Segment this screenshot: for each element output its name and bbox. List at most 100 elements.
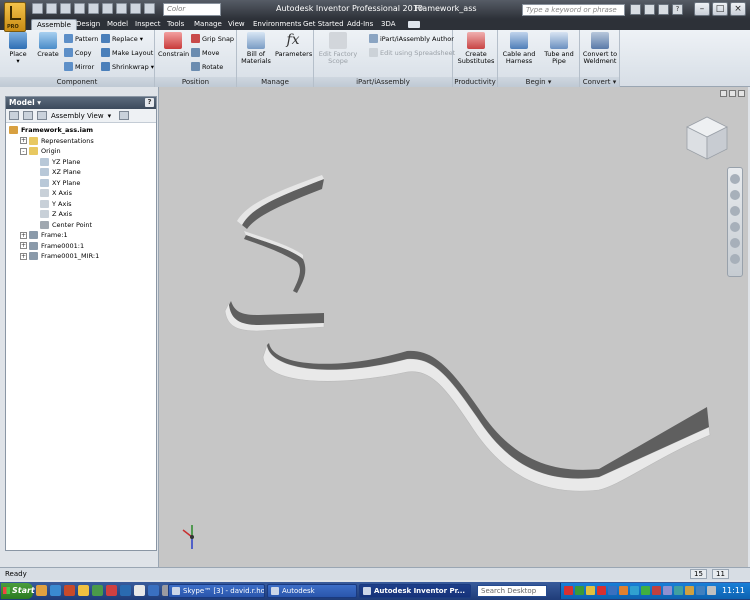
maximize-icon[interactable]: □ <box>712 2 728 16</box>
make-layout-button[interactable]: Make Layout <box>101 48 153 57</box>
ipart-author-button[interactable]: iPart/iAssembly Author <box>369 34 454 43</box>
find-binoculars-icon[interactable] <box>119 111 130 120</box>
open-icon[interactable] <box>46 3 57 14</box>
communication-icon[interactable] <box>658 4 669 15</box>
begin-panel-label[interactable]: Begin ▾ <box>498 77 579 87</box>
tree-node[interactable]: Y Axis <box>6 199 156 210</box>
color-dropdown[interactable]: Color <box>163 3 221 16</box>
tab-design[interactable]: Design <box>71 19 105 30</box>
tray-icon-8[interactable] <box>641 586 650 595</box>
tray-icon-1[interactable] <box>564 586 573 595</box>
graphics-viewport[interactable] <box>158 87 748 567</box>
chrome-icon[interactable] <box>134 585 145 596</box>
frame-part-1[interactable] <box>237 175 324 229</box>
tray-icon-6[interactable] <box>619 586 628 595</box>
tray-icon-5[interactable] <box>608 586 617 595</box>
convert-panel-label[interactable]: Convert ▾ <box>580 77 619 87</box>
taskbar-skype[interactable]: Skype™ [3] - david.r.ho... <box>168 584 265 598</box>
zoom-icon[interactable] <box>730 206 740 216</box>
undo-icon[interactable] <box>74 3 85 14</box>
explorer-icon[interactable] <box>78 585 89 596</box>
expand-icon[interactable]: + <box>20 231 27 239</box>
tab-3da[interactable]: 3DA <box>376 19 401 30</box>
pattern-button[interactable]: Pattern <box>64 34 98 43</box>
close-icon[interactable]: × <box>730 2 746 16</box>
tab-inspect[interactable]: Inspect <box>130 19 166 30</box>
edit-factory-scope-button[interactable]: Edit Factory Scope <box>318 32 358 65</box>
taskbar-inventor[interactable]: Autodesk Inventor Pr... <box>359 584 471 598</box>
frame-part-2[interactable] <box>244 231 306 293</box>
tree-node[interactable]: Center Point <box>6 220 156 231</box>
return-icon[interactable] <box>130 3 141 14</box>
application-menu-button[interactable]: PRO <box>4 2 26 32</box>
minimize-icon[interactable]: – <box>694 2 710 16</box>
filter-icon[interactable] <box>9 111 19 120</box>
network-icon[interactable] <box>696 586 705 595</box>
tree-node[interactable]: + Representations <box>6 136 156 147</box>
word-icon[interactable] <box>120 585 131 596</box>
browser-header[interactable]: Model ▾ ? <box>6 97 156 109</box>
hierarchy-icon[interactable] <box>23 111 33 120</box>
tray-icon-10[interactable] <box>663 586 672 595</box>
save-icon[interactable] <box>60 3 71 14</box>
outlook-icon[interactable] <box>50 585 61 596</box>
tab-manage[interactable]: Manage <box>189 19 227 30</box>
tab-get-started[interactable]: Get Started <box>298 19 349 30</box>
replace-button[interactable]: Replace ▾ <box>101 34 143 43</box>
help-search-input[interactable]: Type a keyword or phrase <box>522 4 625 16</box>
copy-button[interactable]: Copy <box>64 48 92 57</box>
grip-snap-button[interactable]: Grip Snap <box>191 34 234 43</box>
create-button[interactable]: Create <box>35 32 61 58</box>
project-icon[interactable] <box>116 3 127 14</box>
tree-node[interactable]: X Axis <box>6 188 156 199</box>
expand-icon[interactable]: + <box>20 242 27 250</box>
tray-icon-11[interactable] <box>674 586 683 595</box>
desktop-icon[interactable] <box>148 585 159 596</box>
acrobat-icon[interactable] <box>106 585 117 596</box>
home-icon[interactable] <box>102 3 113 14</box>
help-icon[interactable]: ? <box>672 4 683 15</box>
tree-node[interactable]: + Frame0001_MIR:1 <box>6 251 156 262</box>
convert-to-weldment-button[interactable]: Convert to Weldment <box>582 32 618 65</box>
orbit-icon[interactable] <box>730 222 740 232</box>
move-button[interactable]: Move <box>191 48 219 57</box>
tube-pipe-button[interactable]: Tube and Pipe <box>541 32 577 65</box>
constrain-button[interactable]: Constrain <box>158 32 189 58</box>
viewcube[interactable] <box>686 116 728 160</box>
expand-icon[interactable]: + <box>20 137 27 145</box>
pan-icon[interactable] <box>730 190 740 200</box>
tree-node[interactable]: + Frame0001:1 <box>6 241 156 252</box>
frame-part-3[interactable] <box>224 301 325 332</box>
browser-help-icon[interactable]: ? <box>145 98 154 107</box>
search-icon[interactable] <box>630 4 641 15</box>
tree-node[interactable]: YZ Plane <box>6 157 156 168</box>
tray-icon-3[interactable] <box>586 586 595 595</box>
ie-icon[interactable] <box>36 585 47 596</box>
steering-wheel-icon[interactable] <box>730 174 740 184</box>
rotate-button[interactable]: Rotate <box>191 62 223 71</box>
tray-icon-9[interactable] <box>652 586 661 595</box>
place-button[interactable]: Place ▾ <box>5 32 31 65</box>
tree-node[interactable]: XY Plane <box>6 178 156 189</box>
cable-harness-button[interactable]: Cable and Harness <box>501 32 537 65</box>
parameters-button[interactable]: fx Parameters <box>275 32 312 58</box>
tray-icon-4[interactable] <box>597 586 606 595</box>
mirror-button[interactable]: Mirror <box>64 62 94 71</box>
ribbon-minimize-icon[interactable] <box>408 21 420 28</box>
desktop-search-input[interactable]: Search Desktop <box>477 585 547 597</box>
tree-node[interactable]: - Origin <box>6 146 156 157</box>
create-substitutes-button[interactable]: Create Substitutes <box>456 32 496 65</box>
tree-node[interactable]: Framework_ass.iam <box>6 125 156 136</box>
tray-icon-2[interactable] <box>575 586 584 595</box>
app-icon[interactable] <box>92 585 103 596</box>
collapse-icon[interactable]: - <box>20 147 27 155</box>
shrinkwrap-button[interactable]: Shrinkwrap ▾ <box>101 62 154 71</box>
taskbar-autodesk-folder[interactable]: Autodesk <box>267 584 357 598</box>
tab-model[interactable]: Model <box>102 19 133 30</box>
subscription-icon[interactable] <box>644 4 655 15</box>
tree-node[interactable]: XZ Plane <box>6 167 156 178</box>
bill-of-materials-button[interactable]: Bill of Materials <box>240 32 272 65</box>
view-face-icon[interactable] <box>730 254 740 264</box>
redo-icon[interactable] <box>88 3 99 14</box>
tree-node[interactable]: + Frame:1 <box>6 230 156 241</box>
